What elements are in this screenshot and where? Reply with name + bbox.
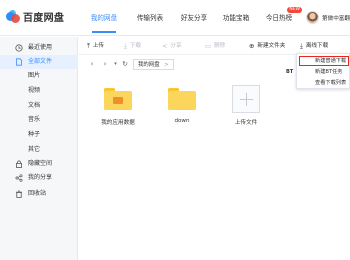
share-label: 分享 <box>170 43 182 49</box>
sidebar-item-videos[interactable]: 视频 <box>0 84 78 98</box>
menu-item-label: 新建普通下载 <box>315 58 347 64</box>
sidebar-item-label: 回收站 <box>28 190 47 197</box>
nav-friend-share[interactable]: 好友分享 <box>179 0 209 36</box>
download-icon: ⤓ <box>300 42 303 50</box>
breadcrumb-item: 我的网盘 <box>138 62 160 68</box>
user-profile[interactable]: 第做中富翻 <box>306 11 350 24</box>
upload-label: 上传 <box>92 43 105 49</box>
app-folder-icon <box>104 88 132 110</box>
trash-icon <box>16 190 22 198</box>
file-name: 上传文件 <box>234 120 258 126</box>
refresh-icon[interactable]: ↻ <box>120 60 130 69</box>
forward-arrow-icon[interactable]: › <box>100 60 110 69</box>
plus-icon <box>232 85 260 113</box>
top-bar: 百度网盘 我的网盘 传输列表 好友分享 功能宝箱 今日热榜 NEW 第做中富翻 <box>0 0 350 36</box>
app-logo[interactable]: 百度网盘 <box>6 9 64 24</box>
share-button[interactable]: < 分享 <box>162 41 182 51</box>
sidebar-item-torrents[interactable]: 种子 <box>0 128 78 142</box>
baidu-cloud-logo-icon <box>6 9 20 24</box>
nav-label: 今日热榜 <box>265 14 293 22</box>
trash-icon: ▭ <box>205 42 212 50</box>
sidebar-item-recent[interactable]: 最近使用 <box>0 41 78 55</box>
nav-hot-list[interactable]: 今日热榜 NEW <box>264 0 302 36</box>
sidebar-item-images[interactable]: 图片 <box>0 69 78 83</box>
upload-icon: ⤒ <box>87 42 90 50</box>
nav-label: 功能宝箱 <box>222 14 250 22</box>
sidebar-item-all-files[interactable]: 全部文件 <box>0 55 78 69</box>
share-icon <box>15 174 23 182</box>
main-nav: 我的网盘 传输列表 好友分享 功能宝箱 今日热榜 NEW <box>80 0 302 36</box>
download-label: 下载 <box>129 43 142 49</box>
back-arrow-icon[interactable]: ‹ <box>87 60 97 69</box>
new-folder-button[interactable]: ⊕ 新建文件夹 <box>249 41 285 51</box>
sidebar-item-music[interactable]: 音乐 <box>0 113 78 127</box>
file-name: 我的应用数据 <box>101 120 135 126</box>
clock-icon <box>15 44 23 52</box>
nav-label: 传输列表 <box>136 14 164 22</box>
folder-icon <box>168 88 196 110</box>
sidebar-item-other[interactable]: 其它 <box>0 143 78 157</box>
share-icon: < <box>162 42 168 50</box>
file-name: down <box>174 118 190 124</box>
download-icon: ⤓ <box>124 42 127 50</box>
nav-label: 好友分享 <box>180 14 208 22</box>
sidebar-item-recycle-bin[interactable]: 回收站 <box>0 187 78 201</box>
offline-download-button[interactable]: ⤓ 离线下载 <box>300 41 328 51</box>
sidebar-item-hidden-space[interactable]: 隐藏空间 <box>0 157 78 171</box>
file-item-down[interactable]: down <box>152 78 212 138</box>
menu-item-label: 新建BT任务 <box>315 69 343 75</box>
new-folder-label: 新建文件夹 <box>257 43 286 49</box>
menu-item-label: 查看下载列表 <box>315 80 347 86</box>
menu-item-new-normal-download[interactable]: 新建普通下载 <box>299 56 349 66</box>
new-badge: NEW <box>287 7 302 13</box>
bt-icon: BT <box>286 69 294 75</box>
lock-icon <box>15 160 22 168</box>
sidebar-item-label: 文档 <box>28 102 41 109</box>
download-button[interactable]: ⤓ 下载 <box>124 41 141 51</box>
upload-button[interactable]: ⤒ 上传 <box>87 41 104 51</box>
user-name: 第做中富翻 <box>322 15 350 22</box>
sidebar-item-documents[interactable]: 文档 <box>0 99 78 113</box>
sidebar-item-label: 音乐 <box>28 116 41 123</box>
sidebar-item-label: 全部文件 <box>28 58 53 65</box>
nav-toolbox[interactable]: 功能宝箱 <box>221 0 251 36</box>
breadcrumb-separator: > <box>164 62 169 68</box>
file-item-app-data[interactable]: 我的应用数据 <box>88 78 148 138</box>
nav-transfer-list[interactable]: 传输列表 <box>135 0 165 36</box>
sidebar: 最近使用 全部文件 图片 视频 文档 音乐 种子 其它 隐藏空间 我的分享 回收… <box>0 37 78 260</box>
avatar[interactable] <box>306 11 319 24</box>
file-icon <box>16 58 22 66</box>
offline-download-label: 离线下载 <box>305 43 329 49</box>
sidebar-item-label: 种子 <box>28 131 41 138</box>
sidebar-item-label: 隐藏空间 <box>28 160 53 167</box>
sidebar-item-label: 图片 <box>28 72 41 79</box>
sidebar-item-label: 最近使用 <box>28 44 53 51</box>
sidebar-item-label: 我的分享 <box>28 174 53 181</box>
delete-button[interactable]: ▭ 删除 <box>205 41 225 51</box>
offline-download-menu: 新建普通下载 BT 新建BT任务 查看下载列表 <box>286 53 350 89</box>
menu-item-view-download-list[interactable]: 查看下载列表 <box>297 78 350 88</box>
sidebar-item-my-share[interactable]: 我的分享 <box>0 171 78 185</box>
sidebar-item-label: 视频 <box>28 87 41 94</box>
dropdown-caret-icon[interactable]: ▾ <box>112 60 119 69</box>
nav-my-disk[interactable]: 我的网盘 <box>86 0 122 36</box>
sidebar-item-label: 其它 <box>28 146 41 153</box>
nav-label: 我的网盘 <box>90 14 118 22</box>
upload-file-tile[interactable]: 上传文件 <box>216 78 276 138</box>
delete-label: 删除 <box>214 43 226 49</box>
menu-item-new-bt-task[interactable]: BT 新建BT任务 <box>286 67 350 77</box>
breadcrumb[interactable]: 我的网盘 > <box>133 59 174 70</box>
logo-text: 百度网盘 <box>23 13 65 24</box>
folder-plus-icon: ⊕ <box>249 42 255 50</box>
